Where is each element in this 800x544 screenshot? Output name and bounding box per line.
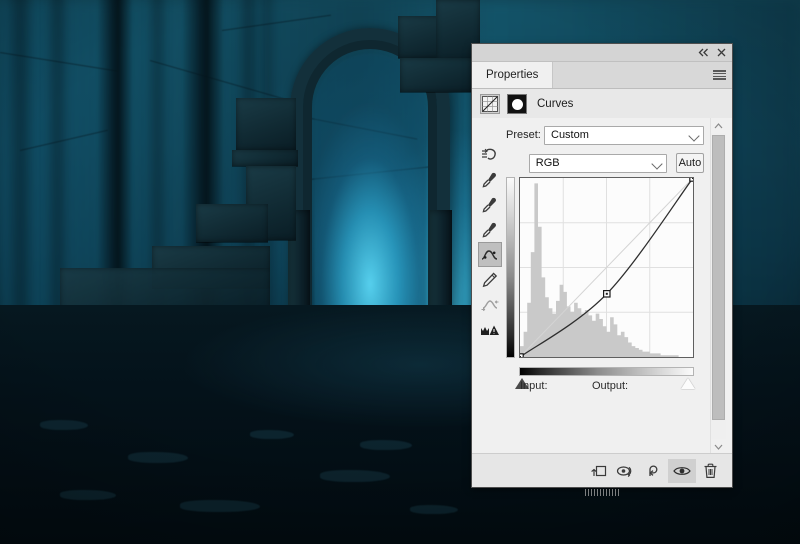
input-gradient-bar (519, 367, 694, 376)
pencil-draw-tool[interactable] (478, 267, 502, 292)
output-gradient-bar (506, 177, 515, 358)
scrollbar-track[interactable] (711, 133, 726, 439)
chevron-down-icon (651, 157, 663, 170)
curves-graph[interactable] (519, 177, 694, 358)
view-previous-state-button[interactable] (612, 459, 640, 483)
trash-icon (704, 463, 716, 478)
scrollbar-thumb[interactable] (712, 135, 725, 420)
pencil-icon (482, 271, 498, 287)
panel-title-bar (472, 44, 732, 62)
preset-row: Preset: Custom (506, 124, 704, 146)
black-point-eyedropper[interactable] (478, 167, 502, 192)
scroll-down-arrow-icon[interactable] (711, 439, 726, 454)
delete-adjustment-button[interactable] (696, 459, 724, 483)
close-icon (717, 48, 726, 57)
eye-icon (673, 466, 691, 475)
toggle-layer-visibility-button[interactable] (668, 458, 696, 483)
close-panel-button[interactable] (713, 44, 730, 61)
screen: Properties Curves Preset: Custom RGB Aut… (0, 0, 800, 544)
curve-point-icon (481, 249, 498, 260)
adjustment-header: Curves (472, 89, 732, 120)
panel-body: Preset: Custom RGB Auto Input: Output: (472, 118, 732, 454)
reset-adjustment-button[interactable] (640, 459, 668, 483)
curves-grid-icon[interactable] (480, 94, 500, 114)
curves-content: Preset: Custom RGB Auto Input: Output: (506, 118, 704, 454)
panel-footer-toolbar (472, 453, 732, 487)
curves-plot (520, 178, 693, 357)
reset-arrow-icon (649, 465, 658, 476)
channel-select[interactable]: RGB (528, 153, 667, 173)
clipping-warning-icon[interactable] (478, 317, 502, 342)
output-label: Output: (592, 380, 629, 392)
scroll-up-arrow-icon[interactable] (711, 118, 726, 133)
adjustment-title: Curves (537, 98, 574, 110)
white-point-eyedropper[interactable] (478, 217, 502, 242)
eyedropper-icon (482, 172, 496, 187)
properties-panel: Properties Curves Preset: Custom RGB Aut… (472, 44, 732, 496)
hamburger-menu-icon[interactable] (713, 70, 726, 80)
on-image-adjustment-icon (482, 148, 496, 160)
preset-label: Preset: (506, 129, 541, 141)
clip-to-layer-icon (591, 465, 607, 476)
input-output-readout: Input: Output: (520, 380, 700, 392)
collapse-panel-icon[interactable] (695, 44, 712, 61)
panel-tab-row: Properties (472, 62, 732, 89)
channel-row: RGB Auto (506, 152, 704, 174)
layer-mask-thumbnail[interactable] (507, 94, 527, 114)
curves-graph-area (506, 173, 695, 389)
tab-properties[interactable]: Properties (472, 62, 554, 88)
clipping-warning-icon (481, 325, 499, 335)
smooth-curve-icon (481, 299, 499, 311)
previous-state-icon (616, 465, 632, 477)
curves-tool-strip (478, 142, 502, 342)
input-label: Input: (520, 380, 548, 392)
smooth-curve-tool[interactable] (478, 292, 502, 317)
preset-select[interactable]: Custom (544, 125, 704, 145)
panel-scrollbar[interactable] (710, 118, 726, 454)
curve-point-tool[interactable] (478, 242, 502, 267)
eyedropper-icon (482, 222, 496, 237)
channel-value: RGB (535, 157, 560, 169)
tab-properties-label: Properties (486, 69, 539, 81)
chevron-down-icon (688, 129, 700, 142)
eyedropper-icon (482, 197, 496, 212)
auto-button-label: Auto (678, 157, 702, 169)
on-image-adjustment-tool[interactable] (478, 142, 502, 167)
auto-button[interactable]: Auto (675, 153, 704, 173)
preset-value: Custom (551, 129, 589, 141)
double-chevron-left-icon (698, 48, 708, 57)
panel-resize-grip[interactable] (585, 489, 619, 496)
clip-to-layer-button[interactable] (584, 459, 612, 483)
gray-point-eyedropper[interactable] (478, 192, 502, 217)
